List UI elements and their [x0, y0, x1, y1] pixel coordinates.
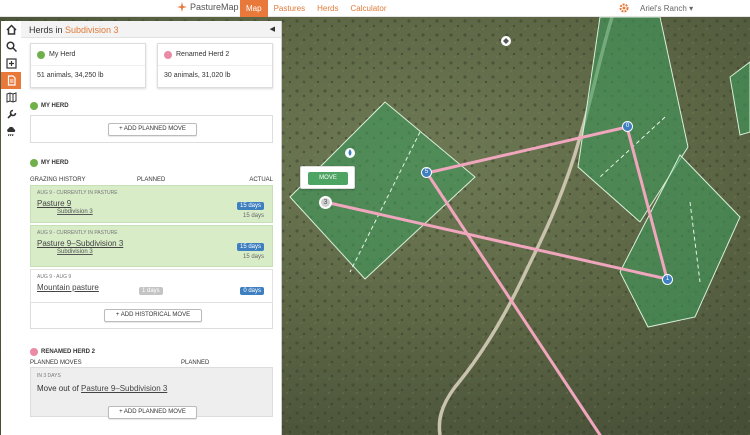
nav-pastures[interactable]: Pastures [268, 0, 312, 17]
sidebar-icon-strip [1, 21, 21, 435]
my-herd-planned-box: + ADD PLANNED MOVE [30, 115, 273, 143]
herd-card-summary: 51 animals, 34,250 lb [37, 72, 104, 79]
herd-icon [30, 102, 38, 110]
history-row[interactable]: AUG 9 - AUG 9 Mountain pasture 1 days 0 … [30, 269, 273, 303]
nav-calculator[interactable]: Calculator [344, 0, 392, 17]
wrench-icon [6, 109, 16, 119]
main-nav: Map Pastures Herds Calculator [240, 0, 393, 17]
herd-card-name: My Herd [49, 51, 76, 58]
actual-days-badge: 15 days [236, 202, 264, 210]
top-nav-bar: PastureMap Map Pastures Herds Calculator… [0, 0, 750, 17]
marker-3[interactable]: 3 [319, 196, 332, 209]
pasture-link[interactable]: Pasture 9 [37, 199, 266, 208]
add-planned-move-button-2[interactable]: + ADD PLANNED MOVE [108, 406, 197, 419]
subdivision-link[interactable]: Subdivision 3 [57, 249, 266, 255]
herd-card-summary: 30 animals, 31,020 lb [164, 72, 231, 79]
search-icon [5, 41, 17, 52]
history-row[interactable]: AUG 9 - CURRENTLY IN PASTURE Pasture 9 S… [30, 185, 273, 223]
panel-title-prefix: Herds in [29, 25, 66, 35]
marker-1[interactable]: 1 [662, 274, 673, 285]
document-icon [7, 75, 16, 86]
sidebar-home[interactable] [1, 21, 21, 38]
marker-0[interactable]: 0 [622, 121, 633, 132]
sidebar-search[interactable] [1, 38, 21, 55]
logo-text: PastureMap [190, 2, 239, 12]
herd-cards: My Herd 51 animals, 34,250 lb Renamed He… [30, 43, 273, 88]
pasture-link[interactable]: Pasture 9–Subdivision 3 [37, 239, 266, 248]
nav-map[interactable]: Map [240, 0, 268, 17]
panel-header: Herds in Subdivision 3 ◀ [21, 21, 281, 38]
gear-icon[interactable] [619, 3, 629, 13]
history-footer: + ADD HISTORICAL MOVE [30, 303, 273, 329]
my-herd-history-header: MY HERD [30, 159, 69, 167]
actual-days-badge: 15 days [236, 243, 264, 251]
sidebar-map[interactable] [1, 89, 21, 106]
sidebar-weather[interactable] [1, 123, 21, 140]
sidebar-herds[interactable] [1, 72, 21, 89]
home-icon [5, 24, 17, 35]
history-row[interactable]: AUG 9 - CURRENTLY IN PASTURE Pasture 9–S… [30, 225, 273, 267]
herd-card-renamed-herd-2[interactable]: Renamed Herd 2 30 animals, 31,020 lb [157, 43, 273, 88]
panel-title-subdivision[interactable]: Subdivision 3 [65, 25, 119, 35]
add-square-icon [5, 58, 17, 69]
add-planned-move-button[interactable]: + ADD PLANNED MOVE [108, 123, 197, 136]
add-historical-move-button[interactable]: + ADD HISTORICAL MOVE [104, 309, 202, 322]
move-popup: MOVE [300, 166, 355, 189]
planned-days-badge: 1 days [139, 287, 163, 295]
subdivision-link[interactable]: Subdivision 3 [57, 209, 266, 215]
actual-days-badge: 0 days [240, 287, 264, 295]
account-menu[interactable]: Ariel's Ranch ▾ [640, 0, 693, 17]
move-button[interactable]: MOVE [308, 172, 348, 185]
herd-icon [30, 159, 38, 167]
map-icon [6, 92, 16, 103]
sidebar-add[interactable] [1, 55, 21, 72]
herd-icon [37, 50, 45, 59]
herd-icon [164, 50, 172, 59]
collapse-panel-icon[interactable]: ◀ [270, 25, 275, 33]
planned-days: 15 days [242, 254, 264, 260]
herds-panel: Herds in Subdivision 3 ◀ My Herd 51 anim… [21, 21, 282, 435]
marker-5[interactable]: 5 [421, 167, 432, 178]
herd-card-name: Renamed Herd 2 [176, 51, 230, 58]
planned-move-row[interactable]: IN 3 DAYS Move out of Pasture 9–Subdivis… [30, 367, 273, 419]
logo[interactable]: PastureMap [177, 2, 239, 12]
herd-icon [30, 348, 38, 356]
pasturemap-logo-icon [177, 2, 187, 12]
nav-herds[interactable]: Herds [311, 0, 344, 17]
sidebar-tools[interactable] [1, 106, 21, 123]
rain-cloud-icon [7, 126, 16, 137]
herd-card-my-herd[interactable]: My Herd 51 animals, 34,250 lb [30, 43, 146, 88]
pasture-link[interactable]: Pasture 9–Subdivision 3 [81, 384, 167, 393]
planned-move-text: Move out of Pasture 9–Subdivision 3 [37, 384, 168, 393]
renamed-herd-header: RENAMED HERD 2 [30, 348, 95, 356]
planned-days: 15 days [242, 213, 264, 219]
my-herd-planned-header: MY HERD [30, 102, 69, 110]
